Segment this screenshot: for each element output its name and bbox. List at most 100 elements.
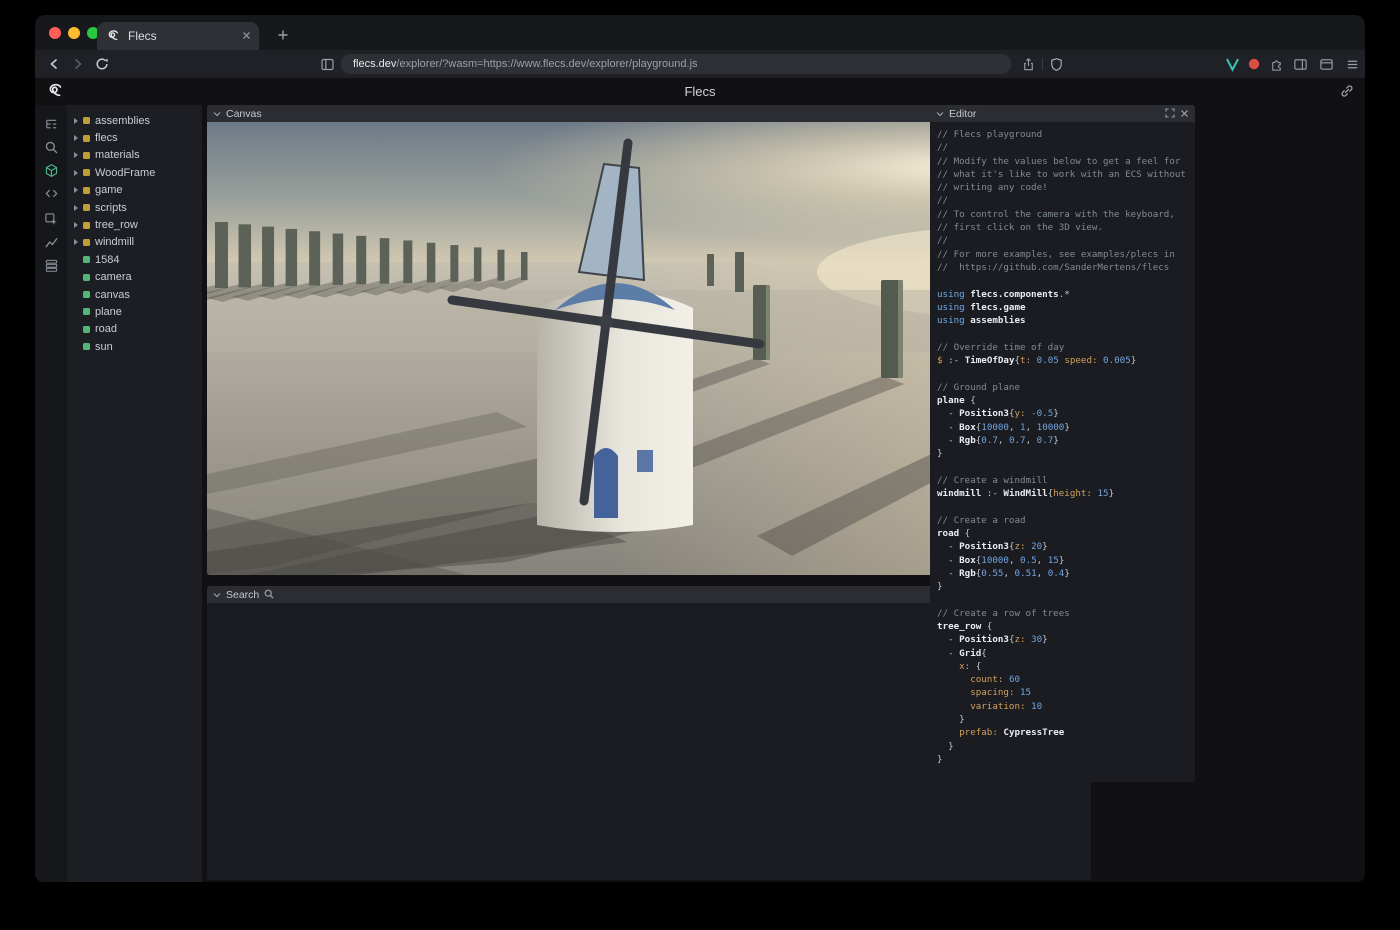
stats-icon[interactable] <box>40 231 62 253</box>
expand-arrow-icon[interactable] <box>74 135 78 141</box>
entity-kind-icon <box>83 326 90 333</box>
code-line: } <box>937 447 1188 460</box>
browser-toolbar: flecs.dev/explorer/?wasm=https://www.fle… <box>35 50 1365 78</box>
tree-item[interactable]: camera <box>67 269 202 286</box>
tree-item[interactable]: road <box>67 321 202 338</box>
code-line <box>937 367 1188 380</box>
entity-kind-icon <box>83 117 90 124</box>
tree-item[interactable]: 1584 <box>67 251 202 268</box>
traffic-light[interactable] <box>49 27 61 39</box>
close-icon[interactable] <box>1180 105 1189 123</box>
memory-icon[interactable] <box>40 254 62 276</box>
chevron-down-icon[interactable] <box>936 105 944 123</box>
expand-arrow-icon[interactable] <box>74 187 78 193</box>
menu-icon[interactable] <box>1343 55 1361 73</box>
code-line: variation: 10 <box>937 700 1188 713</box>
tree-item[interactable]: tree_row <box>67 216 202 233</box>
tree-item[interactable]: WoodFrame <box>67 164 202 181</box>
code-line: windmill :- WindMill{height: 15} <box>937 487 1188 500</box>
code-line: - Box{10000, 0.5, 15} <box>937 554 1188 567</box>
extension-dot-icon[interactable] <box>1245 55 1263 73</box>
chevron-down-icon[interactable] <box>213 105 221 123</box>
inspect-icon[interactable] <box>40 208 62 230</box>
tree-item-label: windmill <box>95 236 134 248</box>
browser-tab[interactable]: Flecs <box>97 22 259 50</box>
tree-item[interactable]: windmill <box>67 234 202 251</box>
code-line: x: { <box>937 660 1188 673</box>
side-panel-icon[interactable] <box>1291 55 1309 73</box>
tabs-icon[interactable] <box>1317 55 1335 73</box>
world-icon[interactable] <box>40 159 62 181</box>
search-icon[interactable] <box>40 136 62 158</box>
reload-icon[interactable] <box>93 55 111 73</box>
expand-arrow-icon[interactable] <box>74 170 78 176</box>
browser-window: Flecs flecs.dev/e <box>35 15 1365 882</box>
code-line: - Grid{ <box>937 647 1188 660</box>
tab-strip: Flecs <box>35 15 1365 50</box>
expand-arrow-icon[interactable] <box>74 205 78 211</box>
tree-item[interactable]: materials <box>67 147 202 164</box>
tree-item-label: camera <box>95 271 132 283</box>
code-line: - Rgb{0.55, 0.51, 0.4} <box>937 567 1188 580</box>
chevron-down-icon[interactable] <box>213 586 221 604</box>
entity-kind-icon <box>83 343 90 350</box>
screenshot-root: Flecs flecs.dev/e <box>0 0 1400 930</box>
code-line: // <box>937 194 1188 207</box>
puzzle-icon[interactable] <box>1267 55 1285 73</box>
url-bar[interactable]: flecs.dev/explorer/?wasm=https://www.fle… <box>341 54 1011 74</box>
code-line: using assemblies <box>937 314 1188 327</box>
code-icon[interactable] <box>40 182 62 204</box>
shield-icon[interactable] <box>1047 55 1065 73</box>
tree-item[interactable]: plane <box>67 303 202 320</box>
sidebar-icon-strip <box>35 105 67 882</box>
code-line <box>937 593 1188 606</box>
toolbar-divider <box>1042 58 1043 70</box>
tab-close-icon[interactable] <box>242 27 251 45</box>
traffic-light[interactable] <box>68 27 80 39</box>
entity-kind-icon <box>83 135 90 142</box>
code-line: // Create a windmill <box>937 474 1188 487</box>
code-line: - Rgb{0.7, 0.7, 0.7} <box>937 434 1188 447</box>
tree-item[interactable]: game <box>67 182 202 199</box>
back-icon[interactable] <box>45 55 63 73</box>
expand-arrow-icon[interactable] <box>74 222 78 228</box>
code-line: } <box>937 740 1188 753</box>
tree-item[interactable]: flecs <box>67 129 202 146</box>
share-icon[interactable] <box>1019 55 1037 73</box>
tree-item-label: game <box>95 184 123 196</box>
editor-panel-title: Editor <box>949 108 976 120</box>
entity-kind-icon <box>83 239 90 246</box>
magnifier-icon <box>264 586 274 604</box>
forward-icon[interactable] <box>69 55 87 73</box>
vimium-icon[interactable] <box>1223 55 1241 73</box>
code-line: // Override time of day <box>937 341 1188 354</box>
code-line: // Ground plane <box>937 381 1188 394</box>
tree-item[interactable]: assemblies <box>67 112 202 129</box>
link-icon[interactable] <box>1339 83 1355 99</box>
tree-item[interactable]: sun <box>67 338 202 355</box>
new-tab-button[interactable] <box>273 25 293 45</box>
tree-item[interactable]: canvas <box>67 286 202 303</box>
code-line: // Create a road <box>937 514 1188 527</box>
hierarchy-icon[interactable] <box>40 113 62 135</box>
code-line: using flecs.game <box>937 301 1188 314</box>
expand-arrow-icon[interactable] <box>74 152 78 158</box>
flecs-explorer-app: Flecs <box>35 78 1365 882</box>
code-line: spacing: 15 <box>937 686 1188 699</box>
code-line: $ :- TimeOfDay{t: 0.05 speed: 0.005} <box>937 354 1188 367</box>
code-line: // first click on the 3D view. <box>937 221 1188 234</box>
expand-icon[interactable] <box>1165 105 1175 123</box>
code-line <box>937 327 1188 340</box>
editor-code[interactable]: // Flecs playground//// Modify the value… <box>930 122 1195 782</box>
tree-item[interactable]: scripts <box>67 199 202 216</box>
editor-panel-header: Editor <box>930 105 1195 122</box>
code-line: tree_row { <box>937 620 1188 633</box>
entity-kind-icon <box>83 169 90 176</box>
expand-arrow-icon[interactable] <box>74 118 78 124</box>
bookmarks-icon[interactable] <box>318 55 336 73</box>
entity-kind-icon <box>83 187 90 194</box>
tree-item-label: sun <box>95 341 113 353</box>
page-title: Flecs <box>35 84 1365 99</box>
expand-arrow-icon[interactable] <box>74 239 78 245</box>
code-line: prefab: CypressTree <box>937 726 1188 739</box>
